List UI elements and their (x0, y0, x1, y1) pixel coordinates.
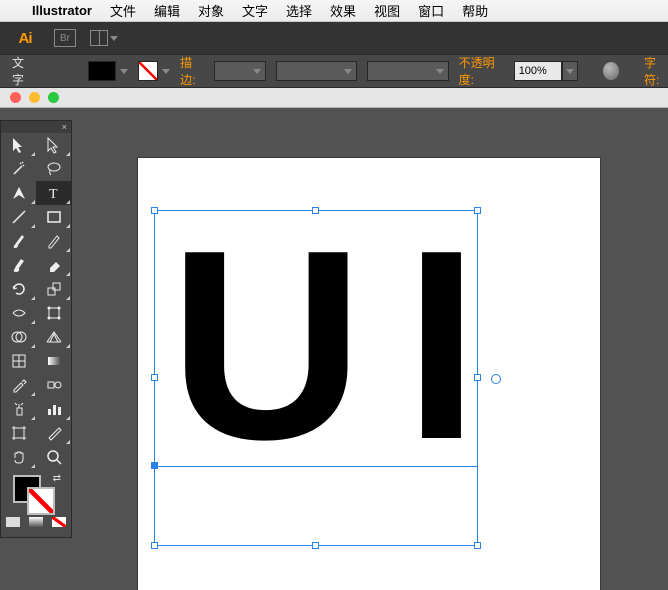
fill-swatch[interactable] (88, 61, 116, 81)
handle-e[interactable] (474, 374, 481, 381)
scale-tool[interactable] (36, 277, 71, 301)
stroke-swatch-none[interactable] (138, 61, 158, 81)
text-object[interactable]: UI (155, 211, 477, 481)
eyedropper-tool[interactable] (1, 373, 36, 397)
svg-text:T: T (49, 187, 58, 202)
free-transform-tool[interactable] (36, 301, 71, 325)
eraser-tool[interactable] (36, 253, 71, 277)
close-icon[interactable]: × (62, 122, 67, 132)
handle-sw[interactable] (151, 542, 158, 549)
color-mode-solid[interactable] (1, 513, 24, 531)
window-zoom-button[interactable] (48, 92, 59, 103)
menu-view[interactable]: 视图 (374, 1, 400, 20)
style-select[interactable] (367, 61, 448, 81)
opacity-input[interactable]: 100% (514, 61, 562, 81)
control-panel: 文字 描边: 不透明度: 100% 字符: (0, 54, 668, 88)
pen-tool[interactable] (1, 181, 36, 205)
pencil-tool[interactable] (36, 229, 71, 253)
app-menu[interactable]: Illustrator (32, 3, 92, 18)
stroke-label: 描边: (180, 54, 204, 88)
handle-s[interactable] (312, 542, 319, 549)
chevron-down-icon (110, 36, 118, 41)
shape-builder-tool[interactable] (1, 325, 36, 349)
window-close-button[interactable] (10, 92, 21, 103)
blob-brush-tool[interactable] (1, 253, 36, 277)
chevron-down-icon[interactable] (120, 69, 128, 74)
color-mode-row (1, 513, 71, 531)
arrange-icon (90, 30, 108, 46)
type-tool[interactable]: T (36, 181, 71, 205)
illustrator-logo: Ai (10, 27, 40, 49)
line-tool[interactable] (1, 205, 36, 229)
selection-tool[interactable] (1, 133, 36, 157)
opacity-label: 不透明度: (459, 54, 504, 88)
swap-fill-stroke-icon[interactable]: ⇄ (53, 473, 61, 484)
symbol-sprayer-tool[interactable] (1, 397, 36, 421)
chevron-down-icon (344, 69, 352, 74)
color-mode-gradient[interactable] (24, 513, 47, 531)
menu-edit[interactable]: 编辑 (154, 1, 180, 20)
menu-select[interactable]: 选择 (286, 1, 312, 20)
magic-wand-tool[interactable] (1, 157, 36, 181)
handle-ne[interactable] (474, 207, 481, 214)
menu-type[interactable]: 文字 (242, 1, 268, 20)
handle-nw[interactable] (151, 207, 158, 214)
rectangle-tool[interactable] (36, 205, 71, 229)
chevron-down-icon (566, 69, 574, 74)
stroke-weight-select[interactable] (214, 61, 266, 81)
menu-window[interactable]: 窗口 (418, 1, 444, 20)
perspective-grid-tool[interactable] (36, 325, 71, 349)
chevron-down-icon (436, 69, 444, 74)
chevron-down-icon (253, 69, 261, 74)
baseline-guide (155, 466, 477, 467)
tools-panel-header[interactable]: × (1, 121, 71, 133)
character-label[interactable]: 字符: (644, 54, 668, 88)
recolor-icon[interactable] (603, 62, 619, 80)
artboard-tool[interactable] (1, 421, 36, 445)
handle-n[interactable] (312, 207, 319, 214)
menu-object[interactable]: 对象 (198, 1, 224, 20)
mac-menubar: Illustrator 文件 编辑 对象 文字 选择 效果 视图 窗口 帮助 (0, 0, 668, 22)
blend-tool[interactable] (36, 373, 71, 397)
menu-help[interactable]: 帮助 (462, 1, 488, 20)
text-in-port[interactable] (151, 462, 158, 469)
color-mode-none[interactable] (48, 513, 71, 531)
stroke-indicator[interactable] (27, 487, 55, 515)
width-tool[interactable] (1, 301, 36, 325)
text-frame-selection[interactable]: UI (154, 210, 478, 546)
hand-tool[interactable] (1, 445, 36, 469)
brush-select[interactable] (276, 61, 357, 81)
app-bar: Ai Br (0, 22, 668, 54)
tools-panel: × T ⇄ (0, 120, 72, 538)
handle-se[interactable] (474, 542, 481, 549)
mesh-tool[interactable] (1, 349, 36, 373)
canvas-area[interactable]: UI (0, 108, 668, 568)
fill-stroke-control[interactable]: ⇄ (1, 469, 71, 513)
menu-file[interactable]: 文件 (110, 1, 136, 20)
column-graph-tool[interactable] (36, 397, 71, 421)
gradient-tool[interactable] (36, 349, 71, 373)
slice-tool[interactable] (36, 421, 71, 445)
menu-effect[interactable]: 效果 (330, 1, 356, 20)
text-out-port[interactable] (491, 374, 501, 384)
context-label: 文字 (12, 54, 33, 88)
bridge-button[interactable]: Br (54, 29, 76, 47)
document-window-titlebar (0, 88, 668, 108)
opacity-stepper[interactable] (562, 61, 578, 81)
direct-selection-tool[interactable] (36, 133, 71, 157)
chevron-down-icon[interactable] (162, 69, 170, 74)
handle-w[interactable] (151, 374, 158, 381)
rotate-tool[interactable] (1, 277, 36, 301)
artboard[interactable]: UI (138, 158, 600, 590)
zoom-tool[interactable] (36, 445, 71, 469)
window-minimize-button[interactable] (29, 92, 40, 103)
lasso-tool[interactable] (36, 157, 71, 181)
paintbrush-tool[interactable] (1, 229, 36, 253)
arrange-documents-button[interactable] (90, 30, 118, 46)
